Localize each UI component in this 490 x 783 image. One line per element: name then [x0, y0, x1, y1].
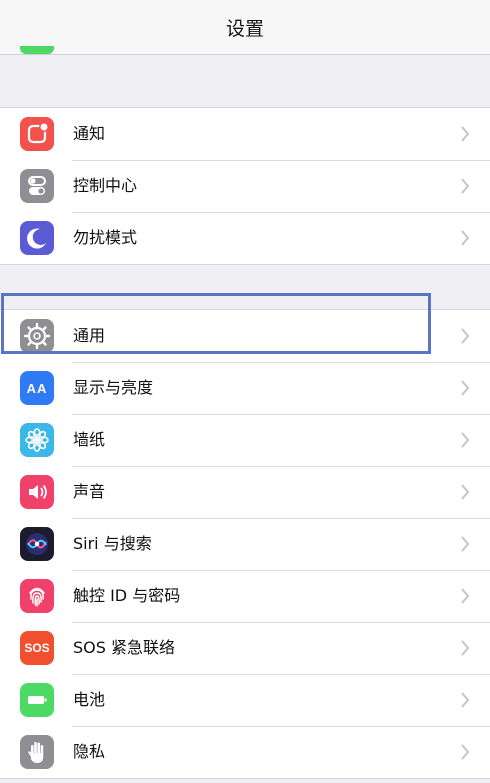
settings-row-wallpaper[interactable]: 墙纸 [0, 414, 490, 466]
settings-row-general[interactable]: 通用 [0, 310, 490, 362]
chevron-right-icon [461, 588, 470, 604]
wallpaper-flower-icon [20, 423, 54, 457]
settings-row-label: 触控 ID 与密码 [73, 586, 181, 605]
page-title: 设置 [225, 18, 264, 40]
speaker-icon [20, 475, 54, 509]
chevron-right-icon [461, 484, 470, 500]
chevron-right-icon [461, 126, 470, 142]
settings-row-privacy[interactable]: 隐私 [0, 726, 490, 778]
siri-icon [20, 527, 54, 561]
display-brightness-icon: AA [20, 371, 54, 405]
notifications-icon [20, 117, 54, 151]
chevron-right-icon [461, 432, 470, 448]
settings-row-emergency-sos[interactable]: SOS SOS 紧急联络 [0, 622, 490, 674]
settings-row-display-brightness[interactable]: AA 显示与亮度 [0, 362, 490, 414]
chevron-right-icon [461, 536, 470, 552]
settings-group-2: 通用 AA 显示与亮度 墙纸 声音 Siri 与搜索 触控 ID 与密码 SOS… [0, 309, 490, 779]
settings-row-notifications[interactable]: 通知 [0, 108, 490, 160]
hand-icon [20, 735, 54, 769]
sos-icon: SOS [20, 631, 54, 665]
settings-row-battery[interactable]: 电池 [0, 674, 490, 726]
settings-row-label: SOS 紧急联络 [73, 638, 175, 657]
settings-row-label: Siri 与搜索 [73, 534, 152, 553]
battery-icon [20, 683, 54, 717]
settings-row-control-center[interactable]: 控制中心 [0, 160, 490, 212]
chevron-right-icon [461, 640, 470, 656]
scrolled-row-icon-peek [20, 46, 54, 54]
settings-row-label: 显示与亮度 [73, 378, 154, 397]
settings-row-label: 电池 [73, 690, 106, 709]
settings-screen: 设置 通知 控制中心 勿扰模式 通用 AA 显示与亮度 墙纸 声音 Siri 与… [0, 0, 490, 783]
settings-row-label: 隐私 [73, 742, 106, 761]
control-center-icon [20, 169, 54, 203]
moon-icon [20, 221, 54, 255]
settings-row-siri-search[interactable]: Siri 与搜索 [0, 518, 490, 570]
settings-row-label: 通用 [73, 326, 106, 345]
chevron-right-icon [461, 178, 470, 194]
chevron-right-icon [461, 380, 470, 396]
settings-row-do-not-disturb[interactable]: 勿扰模式 [0, 212, 490, 264]
settings-row-label: 勿扰模式 [73, 228, 138, 247]
settings-row-label: 通知 [73, 124, 106, 143]
chevron-right-icon [461, 692, 470, 708]
fingerprint-icon [20, 579, 54, 613]
settings-row-label: 控制中心 [73, 176, 138, 195]
chevron-right-icon [461, 744, 470, 760]
navigation-bar: 设置 [0, 0, 490, 55]
settings-group-1: 通知 控制中心 勿扰模式 [0, 107, 490, 265]
chevron-right-icon [461, 230, 470, 246]
settings-row-sounds[interactable]: 声音 [0, 466, 490, 518]
settings-row-label: 墙纸 [73, 430, 106, 449]
gear-icon [20, 319, 54, 353]
settings-row-label: 声音 [73, 482, 106, 501]
chevron-right-icon [461, 328, 470, 344]
settings-row-touch-id-passcode[interactable]: 触控 ID 与密码 [0, 570, 490, 622]
